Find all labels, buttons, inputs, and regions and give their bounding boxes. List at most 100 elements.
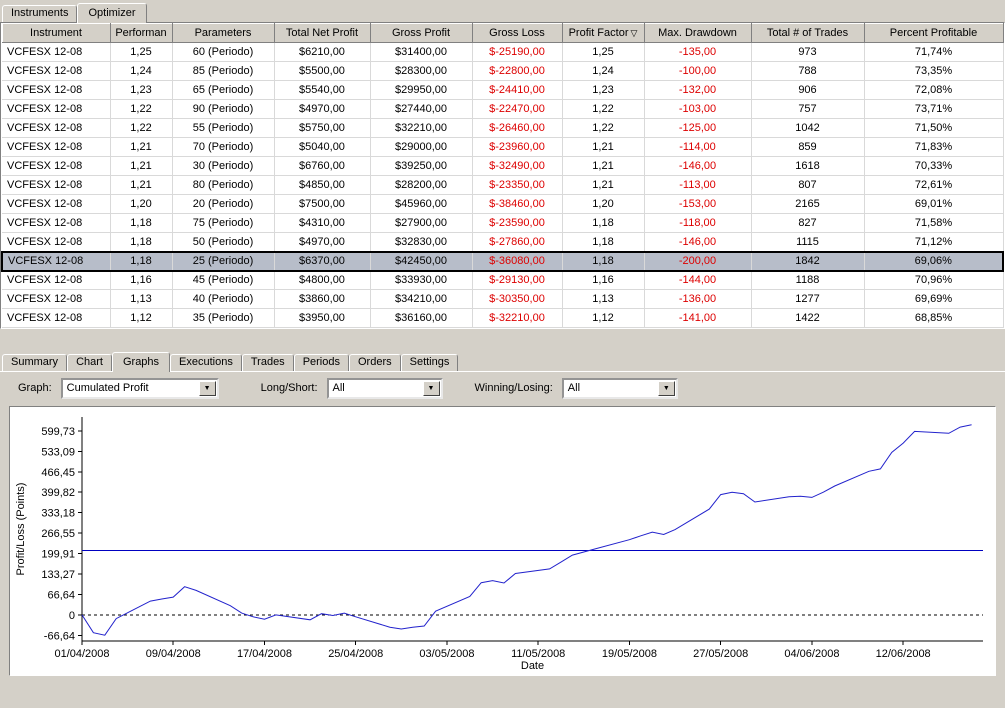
table-cell[interactable]: -135,00	[644, 43, 751, 62]
table-cell[interactable]: $5750,00	[274, 119, 370, 138]
chevron-down-icon[interactable]: ▼	[658, 381, 675, 396]
table-cell[interactable]: 1277	[751, 290, 864, 309]
table-cell[interactable]: -125,00	[644, 119, 751, 138]
table-cell[interactable]: 1,13	[110, 290, 172, 309]
table-cell[interactable]: 72,08%	[864, 81, 1003, 100]
table-cell[interactable]: $42450,00	[370, 252, 472, 271]
table-cell[interactable]: $-22800,00	[472, 62, 562, 81]
table-cell[interactable]: -141,00	[644, 309, 751, 328]
table-row[interactable]: VCFESX 12-081,2020 (Periodo)$7500,00$459…	[2, 195, 1003, 214]
column-header[interactable]: Total Net Profit	[274, 24, 370, 43]
table-cell[interactable]: 71,12%	[864, 233, 1003, 252]
table-cell[interactable]: $6760,00	[274, 157, 370, 176]
table-cell[interactable]: $29950,00	[370, 81, 472, 100]
table-cell[interactable]: $-22470,00	[472, 100, 562, 119]
table-cell[interactable]: 72,61%	[864, 176, 1003, 195]
table-cell[interactable]: $4800,00	[274, 271, 370, 290]
table-cell[interactable]: VCFESX 12-08	[2, 214, 110, 233]
table-cell[interactable]: -144,00	[644, 271, 751, 290]
table-cell[interactable]: 71,83%	[864, 138, 1003, 157]
winlose-select[interactable]: All ▼	[562, 378, 678, 399]
table-cell[interactable]: $36160,00	[370, 309, 472, 328]
table-cell[interactable]: 40 (Periodo)	[172, 290, 274, 309]
table-cell[interactable]: 2165	[751, 195, 864, 214]
column-header[interactable]: Max. Drawdown	[644, 24, 751, 43]
table-cell[interactable]: 827	[751, 214, 864, 233]
table-cell[interactable]: -113,00	[644, 176, 751, 195]
table-cell[interactable]: $45960,00	[370, 195, 472, 214]
table-cell[interactable]: $-23350,00	[472, 176, 562, 195]
table-cell[interactable]: 80 (Periodo)	[172, 176, 274, 195]
table-cell[interactable]: 69,69%	[864, 290, 1003, 309]
table-cell[interactable]: 90 (Periodo)	[172, 100, 274, 119]
table-cell[interactable]: 1,18	[562, 214, 644, 233]
table-cell[interactable]: VCFESX 12-08	[2, 252, 110, 271]
longshort-select[interactable]: All ▼	[327, 378, 443, 399]
table-cell[interactable]: 1,12	[562, 309, 644, 328]
table-cell[interactable]: 1,21	[110, 138, 172, 157]
table-cell[interactable]: $-23590,00	[472, 214, 562, 233]
table-cell[interactable]: 1,13	[562, 290, 644, 309]
table-cell[interactable]: 906	[751, 81, 864, 100]
table-cell[interactable]: $-25190,00	[472, 43, 562, 62]
table-cell[interactable]: $4850,00	[274, 176, 370, 195]
table-cell[interactable]: VCFESX 12-08	[2, 138, 110, 157]
table-cell[interactable]: $5040,00	[274, 138, 370, 157]
table-cell[interactable]: $-29130,00	[472, 271, 562, 290]
table-cell[interactable]: 50 (Periodo)	[172, 233, 274, 252]
tab-graphs[interactable]: Graphs	[112, 352, 170, 372]
column-header[interactable]: Total # of Trades	[751, 24, 864, 43]
table-cell[interactable]: -146,00	[644, 157, 751, 176]
table-cell[interactable]: $6210,00	[274, 43, 370, 62]
tab-summary[interactable]: Summary	[2, 354, 67, 371]
table-cell[interactable]: $-32490,00	[472, 157, 562, 176]
table-cell[interactable]: 1422	[751, 309, 864, 328]
table-cell[interactable]: 1,20	[562, 195, 644, 214]
table-cell[interactable]: $39250,00	[370, 157, 472, 176]
table-cell[interactable]: 1618	[751, 157, 864, 176]
table-row[interactable]: VCFESX 12-081,2485 (Periodo)$5500,00$283…	[2, 62, 1003, 81]
table-cell[interactable]: -118,00	[644, 214, 751, 233]
table-cell[interactable]: 55 (Periodo)	[172, 119, 274, 138]
table-cell[interactable]: 1,21	[110, 176, 172, 195]
table-cell[interactable]: -136,00	[644, 290, 751, 309]
table-cell[interactable]: $32830,00	[370, 233, 472, 252]
table-cell[interactable]: $4970,00	[274, 100, 370, 119]
table-cell[interactable]: 788	[751, 62, 864, 81]
table-cell[interactable]: 68,85%	[864, 309, 1003, 328]
table-cell[interactable]: 1,22	[110, 100, 172, 119]
table-cell[interactable]: 1,23	[562, 81, 644, 100]
tab-instruments[interactable]: Instruments	[2, 5, 77, 22]
table-cell[interactable]: 1842	[751, 252, 864, 271]
table-cell[interactable]: $29000,00	[370, 138, 472, 157]
table-cell[interactable]: VCFESX 12-08	[2, 176, 110, 195]
tab-executions[interactable]: Executions	[170, 354, 242, 371]
table-row[interactable]: VCFESX 12-081,2290 (Periodo)$4970,00$274…	[2, 100, 1003, 119]
tab-orders[interactable]: Orders	[349, 354, 401, 371]
table-row[interactable]: VCFESX 12-081,2130 (Periodo)$6760,00$392…	[2, 157, 1003, 176]
table-row[interactable]: VCFESX 12-081,1825 (Periodo)$6370,00$424…	[2, 252, 1003, 271]
table-row[interactable]: VCFESX 12-081,2560 (Periodo)$6210,00$314…	[2, 43, 1003, 62]
column-header[interactable]: Instrument	[2, 24, 110, 43]
table-cell[interactable]: VCFESX 12-08	[2, 195, 110, 214]
chevron-down-icon[interactable]: ▼	[199, 381, 216, 396]
table-cell[interactable]: $28300,00	[370, 62, 472, 81]
tab-trades[interactable]: Trades	[242, 354, 294, 371]
table-cell[interactable]: $-27860,00	[472, 233, 562, 252]
table-cell[interactable]: VCFESX 12-08	[2, 100, 110, 119]
table-cell[interactable]: -100,00	[644, 62, 751, 81]
column-header[interactable]: Gross Loss	[472, 24, 562, 43]
tab-chart[interactable]: Chart	[67, 354, 112, 371]
table-cell[interactable]: $-32210,00	[472, 309, 562, 328]
table-cell[interactable]: VCFESX 12-08	[2, 290, 110, 309]
table-cell[interactable]: 71,74%	[864, 43, 1003, 62]
table-cell[interactable]: VCFESX 12-08	[2, 119, 110, 138]
table-cell[interactable]: $-30350,00	[472, 290, 562, 309]
table-cell[interactable]: 1,21	[562, 176, 644, 195]
table-cell[interactable]: $3860,00	[274, 290, 370, 309]
table-cell[interactable]: 70,96%	[864, 271, 1003, 290]
table-cell[interactable]: 1,18	[110, 252, 172, 271]
table-cell[interactable]: VCFESX 12-08	[2, 81, 110, 100]
table-cell[interactable]: VCFESX 12-08	[2, 309, 110, 328]
graph-select[interactable]: Cumulated Profit ▼	[61, 378, 219, 399]
